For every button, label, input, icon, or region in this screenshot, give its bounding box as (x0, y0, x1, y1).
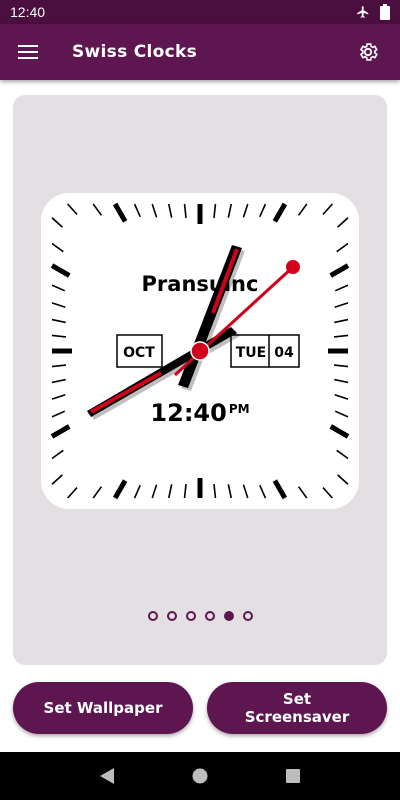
analog-clock-face: Pransuinc OCT TUE 04 12:40 PM (41, 193, 359, 509)
minute-tick (334, 410, 349, 418)
minute-tick (51, 284, 66, 292)
menu-button[interactable] (0, 24, 56, 80)
clock-svg: Pransuinc OCT TUE 04 12:40 PM (50, 202, 350, 500)
minute-tick (51, 410, 66, 418)
minute-tick (213, 203, 217, 219)
hour-tick (329, 424, 350, 439)
hour-tick (50, 263, 71, 278)
minute-tick (151, 484, 158, 499)
status-bar: 12:40 (0, 0, 400, 24)
minute-tick (167, 484, 173, 499)
page-dot[interactable] (147, 611, 158, 621)
minute-tick (51, 242, 64, 253)
minute-tick (334, 302, 349, 308)
recents-square-icon (286, 769, 301, 783)
minute-tick (297, 203, 308, 216)
minute-tick (322, 487, 333, 499)
minute-tick (51, 334, 67, 338)
hour-tick (112, 202, 128, 223)
minute-tick (51, 302, 66, 308)
minute-tick (51, 217, 63, 228)
page-dot[interactable] (185, 611, 196, 621)
second-hand-tip (286, 260, 300, 274)
minute-tick (51, 318, 66, 324)
minute-tick (336, 242, 349, 253)
minute-tick (51, 449, 64, 460)
set-wallpaper-button[interactable]: Set Wallpaper (13, 682, 193, 734)
airplane-mode-icon (357, 6, 369, 18)
digital-time: 12:40 PM (150, 399, 249, 427)
clock-center-pin (190, 341, 210, 361)
page-dot[interactable] (166, 611, 177, 621)
minute-tick (67, 203, 78, 215)
minute-tick (297, 486, 308, 499)
minute-tick (92, 203, 103, 216)
clock-preview-card[interactable]: Pransuinc OCT TUE 04 12:40 PM (13, 95, 387, 665)
app-bar: Swiss Clocks (0, 24, 400, 80)
status-time: 12:40 (10, 4, 46, 20)
minute-tick (151, 203, 158, 218)
minute-tick (242, 484, 249, 499)
minute-tick (51, 378, 66, 384)
minute-tick (336, 449, 349, 460)
minute-tick (51, 474, 63, 485)
minute-tick (333, 334, 349, 338)
minute-tick (334, 394, 349, 400)
set-screensaver-label-line1: Set (282, 690, 312, 708)
gear-icon (359, 43, 378, 61)
app-title: Swiss Clocks (72, 42, 198, 62)
minute-tick (133, 203, 141, 218)
hour-tick (272, 479, 288, 500)
minute-tick (242, 203, 249, 218)
minute-tick (337, 474, 349, 485)
month-label: OCT (123, 345, 155, 361)
digital-time-value: 12:40 (150, 399, 226, 427)
page-dot[interactable] (223, 611, 234, 621)
minute-tick (167, 203, 173, 218)
minute-tick (333, 364, 349, 368)
minute-tick (334, 284, 349, 292)
minute-tick (67, 487, 78, 499)
hour-tick (329, 263, 350, 278)
minute-tick (227, 484, 233, 499)
set-screensaver-button[interactable]: Set Screensaver (207, 682, 387, 734)
page-dot[interactable] (242, 611, 253, 621)
minute-tick (227, 203, 233, 218)
navigation-bar (0, 752, 400, 800)
hamburger-menu-icon (18, 45, 38, 59)
battery-icon (380, 4, 390, 20)
back-triangle-icon (99, 768, 114, 784)
minute-tick (51, 394, 66, 400)
hour-tick (272, 202, 288, 223)
minute-tick (51, 364, 67, 368)
minute-tick (259, 203, 267, 218)
weekday-label: TUE (236, 345, 266, 361)
page-indicator (13, 611, 387, 625)
minute-tick (337, 217, 349, 228)
set-screensaver-label-line2: Screensaver (244, 708, 350, 726)
minute-tick (322, 203, 333, 215)
back-button[interactable] (83, 752, 131, 800)
minute-tick (334, 378, 349, 384)
digital-ampm: PM (229, 402, 250, 416)
hour-tick (112, 479, 128, 500)
day-label: 04 (274, 345, 294, 361)
minute-tick (92, 486, 103, 499)
home-button[interactable] (176, 752, 224, 800)
minute-tick (183, 203, 187, 219)
minute-tick (259, 484, 267, 499)
minute-tick (334, 318, 349, 324)
minute-tick (133, 484, 141, 499)
recents-button[interactable] (269, 752, 317, 800)
settings-button[interactable] (344, 28, 392, 76)
page-dot[interactable] (204, 611, 215, 621)
clock-brand: Pransuinc (142, 272, 259, 296)
minute-tick (213, 483, 217, 499)
hour-tick (50, 424, 71, 439)
status-icons (356, 4, 390, 20)
minute-tick (183, 483, 187, 499)
home-circle-icon (192, 768, 208, 784)
